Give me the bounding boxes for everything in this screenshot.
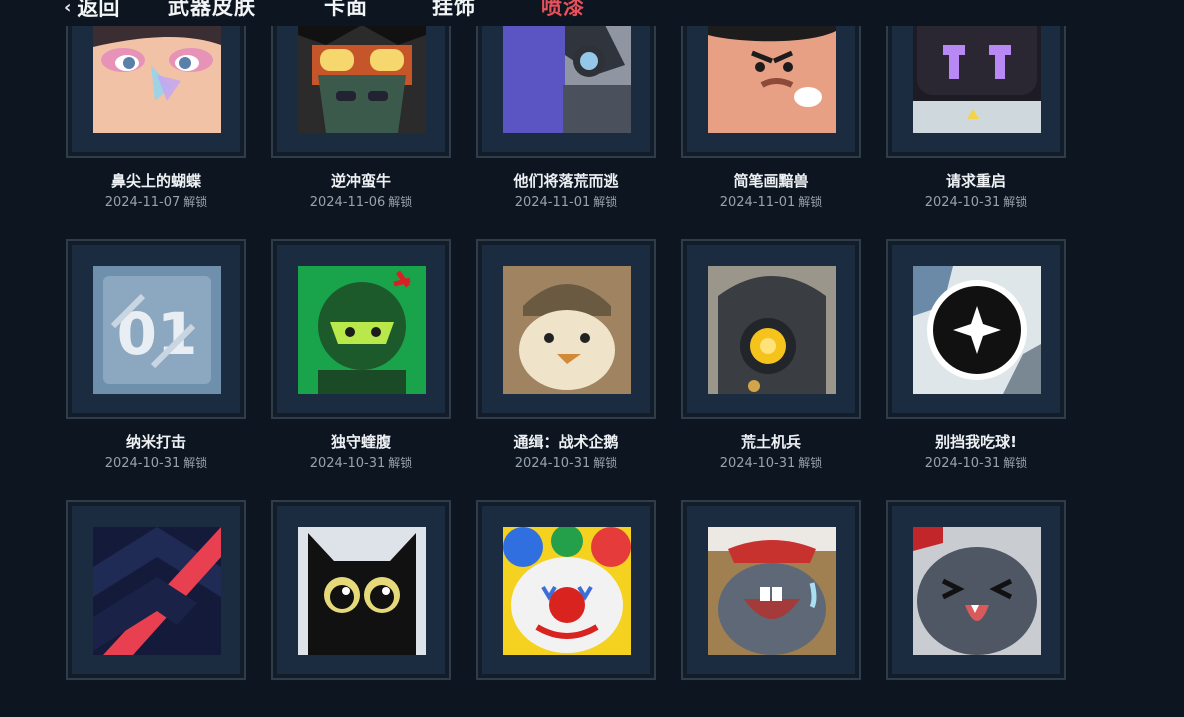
spray-unlock-date: 2024-11-07 解锁 <box>66 193 246 210</box>
tab-charms[interactable]: 挂饰 <box>432 0 476 22</box>
spray-frame: 01 <box>66 239 246 419</box>
spray-frame <box>886 239 1066 419</box>
robot-reboot-icon <box>913 26 1041 133</box>
unlock-date-value: 2024-10-31 <box>514 456 591 471</box>
unlock-date-value: 2024-11-01 <box>719 195 796 210</box>
unlock-date-value: 2024-10-31 <box>719 456 796 471</box>
spray-card[interactable]: 他们将落荒而逃 2024-11-01 解锁 <box>476 26 656 218</box>
spray-card[interactable] <box>476 500 656 717</box>
unlock-suffix: 解锁 <box>388 456 413 470</box>
unlock-date-value: 2024-10-31 <box>309 456 386 471</box>
spray-name: 别挡我吃球! <box>935 433 1017 451</box>
sparkle-ball-icon <box>913 266 1041 394</box>
angry-face-icon <box>708 26 836 133</box>
chevron-emblem-icon <box>93 527 221 655</box>
chevron-left-icon: ‹ <box>64 0 72 18</box>
spray-card[interactable]: 鼻尖上的蝴蝶 2024-11-07 解锁 <box>66 26 246 218</box>
spray-unlock-date: 2024-10-31 解锁 <box>271 454 451 471</box>
unlock-suffix: 解锁 <box>593 195 618 209</box>
spray-name: 通缉：战术企鹅 <box>513 433 619 451</box>
spray-unlock-date: 2024-10-31 解锁 <box>681 454 861 471</box>
spray-card[interactable] <box>66 500 246 717</box>
spray-card[interactable]: 简笔画黯兽 2024-11-01 解锁 <box>681 26 861 218</box>
spray-unlock-date: 2024-10-31 解锁 <box>886 454 1066 471</box>
spray-unlock-date: 2024-11-01 解锁 <box>476 193 656 210</box>
tab-cards[interactable]: 卡面 <box>324 0 368 22</box>
spray-card[interactable]: 独守蝰腹 2024-10-31 解锁 <box>271 239 451 479</box>
unlock-date-value: 2024-10-31 <box>924 195 1001 210</box>
spray-frame <box>681 239 861 419</box>
spray-unlock-date: 2024-11-01 解锁 <box>681 193 861 210</box>
hooded-gunner-icon <box>503 26 631 133</box>
top-nav: ‹ 返回 武器皮肤 卡面 挂饰 喷漆 <box>0 0 1184 26</box>
spray-frame <box>476 239 656 419</box>
unlock-date-value: 2024-11-06 <box>309 195 386 210</box>
crying-creature-icon <box>708 527 836 655</box>
unlock-suffix: 解锁 <box>593 456 618 470</box>
spray-name: 独守蝰腹 <box>330 433 391 451</box>
spray-name: 荒土机兵 <box>740 433 801 451</box>
laughing-creature-icon <box>913 527 1041 655</box>
spray-card[interactable] <box>886 500 1066 717</box>
robot-eye-icon <box>708 266 836 394</box>
spray-card[interactable]: 逆冲蛮牛 2024-11-06 解锁 <box>271 26 451 218</box>
unlock-suffix: 解锁 <box>183 456 208 470</box>
unlock-date-value: 2024-10-31 <box>104 456 181 471</box>
nano-01-icon: 01 <box>93 266 221 394</box>
spray-frame <box>681 500 861 680</box>
spray-frame <box>681 26 861 158</box>
spray-frame <box>271 239 451 419</box>
unlock-suffix: 解锁 <box>798 456 823 470</box>
unlock-suffix: 解锁 <box>1003 195 1028 209</box>
spray-grid-viewport: 鼻尖上的蝴蝶 2024-11-07 解锁 逆冲蛮牛 2024-11-06 解锁 他们将落荒而… <box>0 26 1184 717</box>
spray-name: 请求重启 <box>945 172 1006 190</box>
spray-card[interactable] <box>681 500 861 717</box>
unlock-suffix: 解锁 <box>798 195 823 209</box>
spray-name: 纳米打击 <box>125 433 186 451</box>
unlock-suffix: 解锁 <box>183 195 208 209</box>
butterfly-nose-icon <box>93 26 221 133</box>
spray-frame <box>476 500 656 680</box>
unlock-date-value: 2024-10-31 <box>924 456 1001 471</box>
spray-frame <box>271 26 451 158</box>
unlock-date-value: 2024-11-07 <box>104 195 181 210</box>
spray-card[interactable]: 荒土机兵 2024-10-31 解锁 <box>681 239 861 479</box>
spray-frame <box>886 26 1066 158</box>
spray-name: 他们将落荒而逃 <box>513 172 619 190</box>
green-soldier-icon <box>298 266 426 394</box>
masked-agent-icon <box>298 26 426 133</box>
tab-sprays[interactable]: 喷漆 <box>541 0 585 22</box>
spray-card[interactable]: 请求重启 2024-10-31 解锁 <box>886 26 1066 218</box>
spray-card[interactable] <box>271 500 451 717</box>
penguin-icon <box>503 266 631 394</box>
back-label: 返回 <box>77 0 120 20</box>
back-button[interactable]: ‹ 返回 <box>64 0 119 22</box>
spray-frame <box>476 26 656 158</box>
spray-frame <box>66 500 246 680</box>
clown-icon <box>503 527 631 655</box>
spray-unlock-date: 2024-10-31 解锁 <box>886 193 1066 210</box>
spray-frame <box>271 500 451 680</box>
spray-unlock-date: 2024-10-31 解锁 <box>476 454 656 471</box>
spray-card[interactable]: 通缉：战术企鹅 2024-10-31 解锁 <box>476 239 656 479</box>
spray-unlock-date: 2024-10-31 解锁 <box>66 454 246 471</box>
spray-card[interactable]: 01 纳米打击 2024-10-31 解锁 <box>66 239 246 479</box>
tab-weapon-skins[interactable]: 武器皮肤 <box>168 0 256 22</box>
unlock-suffix: 解锁 <box>388 195 413 209</box>
spray-unlock-date: 2024-11-06 解锁 <box>271 193 451 210</box>
spray-name: 鼻尖上的蝴蝶 <box>110 172 201 190</box>
spray-name: 简笔画黯兽 <box>733 172 809 190</box>
spray-frame <box>886 500 1066 680</box>
spray-name: 逆冲蛮牛 <box>330 172 391 190</box>
spray-frame <box>66 26 246 158</box>
unlock-date-value: 2024-11-01 <box>514 195 591 210</box>
unlock-suffix: 解锁 <box>1003 456 1028 470</box>
spray-card[interactable]: 别挡我吃球! 2024-10-31 解锁 <box>886 239 1066 479</box>
black-cat-icon <box>298 527 426 655</box>
